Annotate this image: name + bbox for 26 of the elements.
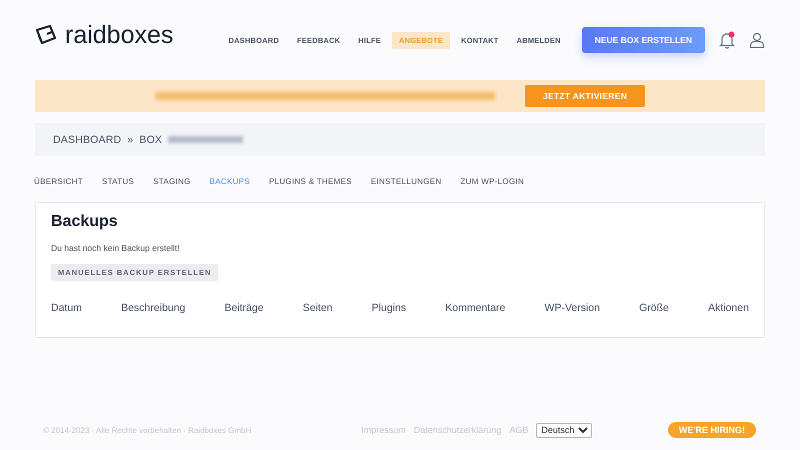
user-icon[interactable] (749, 32, 765, 48)
column-header: Plugins (372, 302, 406, 314)
bell-icon[interactable] (719, 31, 735, 49)
column-header: Seiten (302, 302, 333, 314)
empty-message: Du hast noch kein Backup erstellt! (51, 243, 181, 253)
separator: » (127, 134, 134, 146)
column-header: Beschreibung (121, 302, 186, 314)
tab[interactable]: ZUM WP-LOGIN (460, 176, 524, 186)
tab[interactable]: STAGING (153, 176, 191, 186)
tab[interactable]: ÜBERSICHT (34, 176, 83, 186)
column-header: Kommentare (445, 302, 506, 314)
tab[interactable]: EINSTELLUNGEN (370, 176, 442, 186)
column-header: Größe (639, 302, 669, 314)
column-header: Aktionen (708, 302, 749, 314)
column-header: Beiträge (224, 302, 264, 314)
column-header: WP-Version (544, 302, 600, 314)
tab[interactable]: PLUGINS & THEMES (268, 176, 352, 186)
logo-icon (35, 24, 57, 46)
breadcrumb-link[interactable]: DASHBOARD (53, 134, 122, 146)
card-title: Backups (51, 213, 119, 231)
copyright-text: © 2014-2023 · Alle Rechte vorbehalten · Raidboxes GmbH (43, 426, 252, 434)
logo-text[interactable]: raidboxes (65, 20, 174, 50)
language-select[interactable]: Deutsch (536, 422, 592, 438)
tab[interactable]: STATUS (102, 176, 134, 186)
breadcrumb-link[interactable]: BOX (139, 134, 162, 146)
column-header: Datum (51, 302, 82, 314)
